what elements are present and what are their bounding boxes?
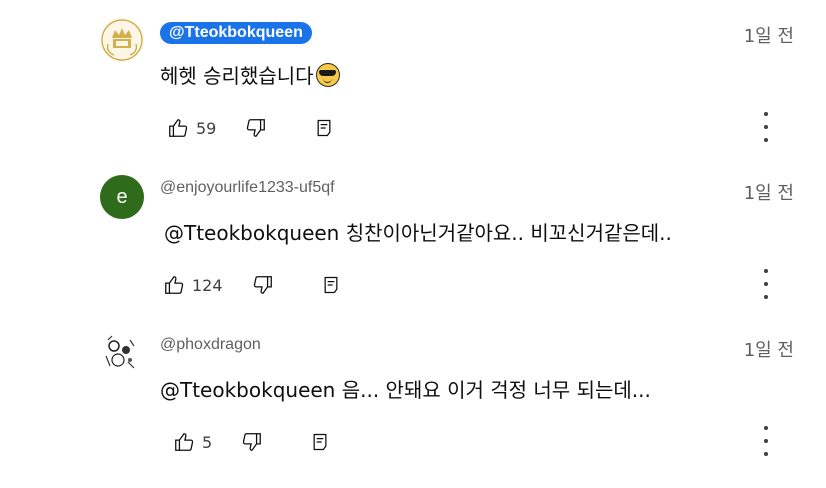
like-count: 59 [196,118,217,138]
crown-logo-icon [101,19,143,61]
comment-time[interactable]: 1일 전 [744,336,794,362]
like-count: 5 [202,432,213,452]
floral-sketch-icon [105,335,135,369]
thumbs-up-icon[interactable] [166,116,190,140]
comment-author[interactable]: @phoxdragon [160,336,261,354]
comment-actions: 5 [172,430,332,454]
thumbs-up-icon[interactable] [172,430,196,454]
more-vertical-icon[interactable] [754,269,778,299]
comment-time[interactable]: 1일 전 [744,22,794,48]
comment-text: @Tteokbokqueen 칭찬이아닌거같아요.. 비꼬신거같은데.. [164,221,672,245]
like-count: 124 [192,275,223,295]
thumbs-up-icon[interactable] [162,273,186,297]
comment-text-body: 헤헷 승리했습니다 [160,64,314,88]
reply-icon[interactable] [319,273,343,297]
author-badge[interactable]: @Tteokbokqueen [160,22,312,44]
comment-actions: 59 [166,116,336,140]
avatar[interactable] [100,18,144,62]
comment-time[interactable]: 1일 전 [744,179,794,205]
more-vertical-icon[interactable] [754,112,778,142]
sunglasses-emoji-icon [315,63,340,87]
avatar[interactable]: e [100,175,144,219]
reply-icon[interactable] [308,430,332,454]
comment-item: @phoxdragon 1일 전 @Tteokbokqueen 음... 안돼요… [0,314,826,471]
thumbs-down-icon[interactable] [244,116,268,140]
comment-text: @Tteokbokqueen 음... 안돼요 이거 걱정 너무 되는데... [160,378,651,402]
reply-icon[interactable] [312,116,336,140]
comment-item: @Tteokbokqueen 1일 전 헤헷 승리했습니다 59 [0,0,826,157]
more-vertical-icon[interactable] [754,426,778,456]
avatar[interactable] [100,332,144,376]
thumbs-down-icon[interactable] [251,273,275,297]
comment-author[interactable]: @enjoyourlife1233-uf5qf [160,179,335,197]
comment-text: 헤헷 승리했습니다 [160,60,340,89]
comment-item: e @enjoyourlife1233-uf5qf 1일 전 @Tteokbok… [0,157,826,314]
comment-actions: 124 [162,273,343,297]
thumbs-down-icon[interactable] [240,430,264,454]
